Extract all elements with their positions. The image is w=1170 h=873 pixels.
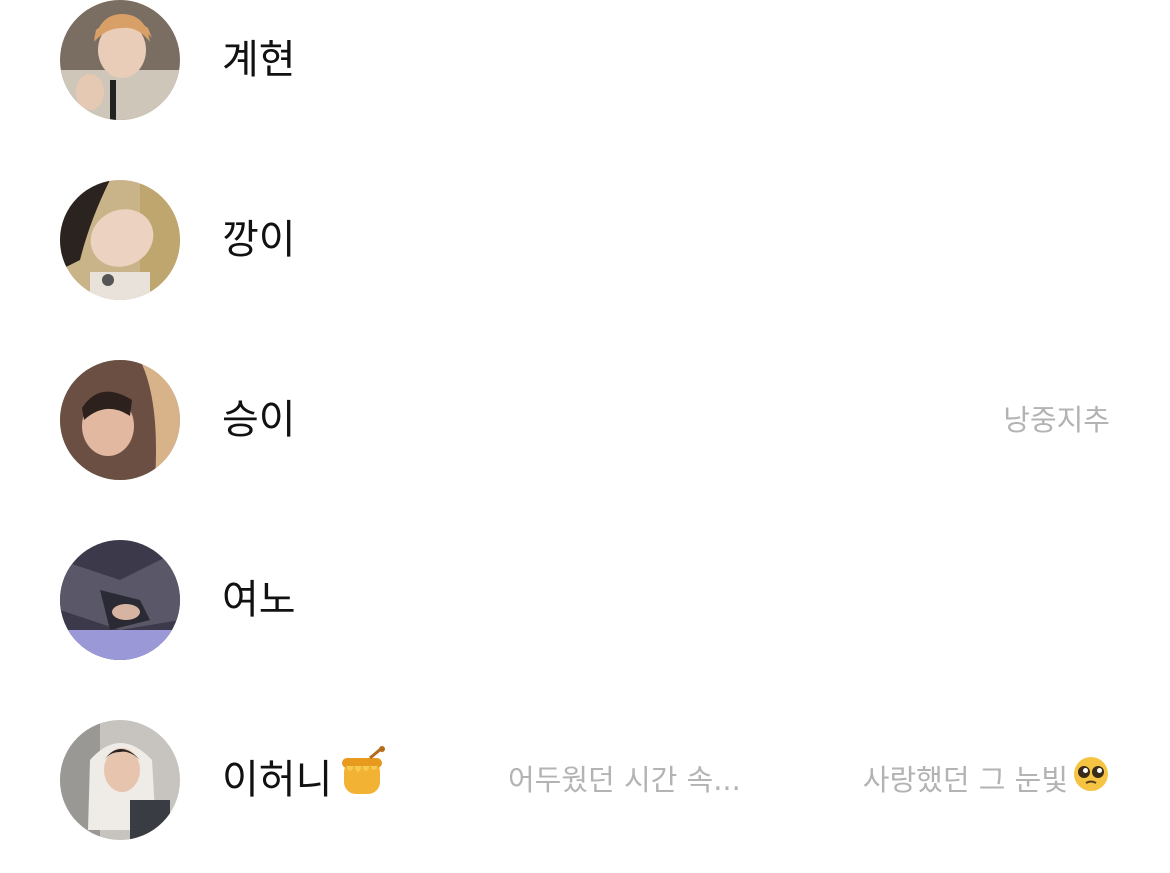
profile-avatar[interactable]	[60, 180, 180, 300]
status-message: 낭중지추	[1003, 403, 1110, 437]
music-status: 어두웠던 시간 속...	[508, 763, 741, 797]
friend-item[interactable]: 승이 낭중지추	[0, 360, 1170, 480]
contact-name: 여노	[222, 577, 296, 623]
contact-name-with-emoji: 이허니	[222, 745, 388, 810]
status-message: 사랑했던 그 눈빛	[862, 763, 1068, 797]
friend-item[interactable]: 여노	[0, 540, 1170, 660]
honey-pot-icon	[336, 745, 388, 815]
profile-avatar[interactable]	[60, 540, 180, 660]
profile-avatar[interactable]	[60, 360, 180, 480]
friend-list: 계현 깡이 승이 낭중지추 여노 이허니 어두웠던 시간 속... 사랑했던 그…	[0, 0, 1170, 873]
contact-name: 깡이	[222, 217, 296, 263]
friend-item[interactable]: 계현	[0, 0, 1170, 120]
pleading-face-icon	[1072, 755, 1110, 805]
friend-item[interactable]: 깡이	[0, 180, 1170, 300]
friend-item[interactable]: 이허니 어두웠던 시간 속... 사랑했던 그 눈빛	[0, 720, 1170, 840]
profile-avatar[interactable]	[60, 0, 180, 120]
profile-avatar[interactable]	[60, 720, 180, 840]
contact-name: 승이	[222, 397, 296, 443]
contact-name: 이허니	[222, 757, 333, 803]
contact-name: 계현	[222, 37, 296, 83]
status-message-with-emoji: 사랑했던 그 눈빛	[862, 755, 1110, 805]
